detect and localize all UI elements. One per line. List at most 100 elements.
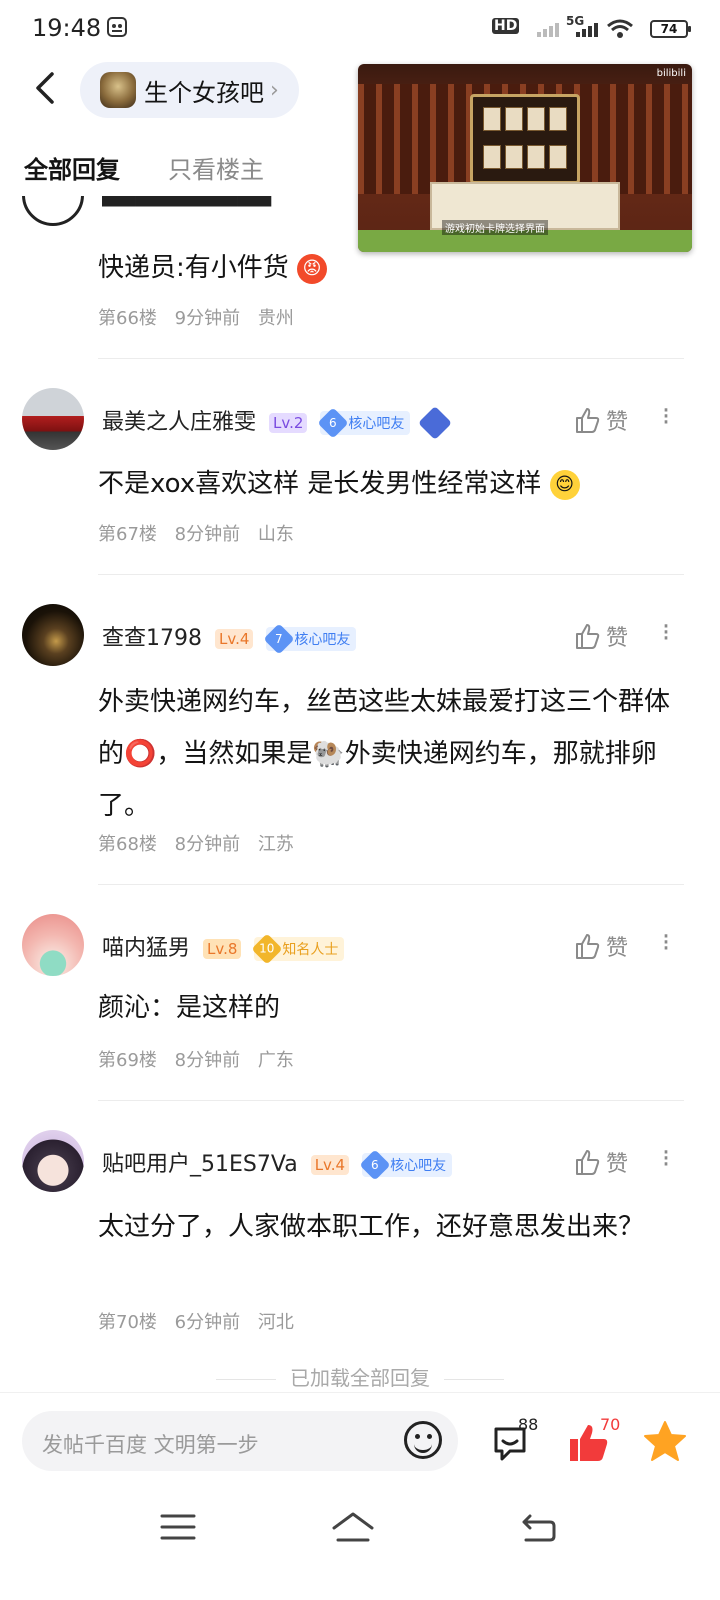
user-avatar[interactable]	[22, 388, 84, 450]
level-badge: Lv.4	[215, 629, 254, 649]
username[interactable]: 贴吧用户_51ES7Va	[102, 1152, 298, 1177]
post-content: 颜沁：是这样的	[98, 993, 281, 1023]
status-time: 19:48	[32, 14, 102, 42]
video-caption: 游戏初始卡牌选择界面	[442, 220, 548, 235]
user-avatar[interactable]	[22, 914, 84, 976]
username-row: 最美之人庄雅雯 Lv.2 6 核心吧友	[102, 404, 453, 440]
post-time: 8分钟前	[174, 1050, 241, 1071]
user-avatar[interactable]	[22, 604, 84, 666]
level-badge: Lv.4	[310, 1155, 350, 1175]
signal-1-icon	[536, 20, 562, 43]
level-badge: Lv.8	[203, 939, 242, 959]
home-nav-button[interactable]	[330, 1510, 376, 1548]
post-location: 河北	[257, 1312, 294, 1333]
post-meta: 第69楼 8分钟前 广东	[98, 1046, 306, 1072]
bilibili-logo: bilibili	[656, 68, 686, 79]
username[interactable]: 最美之人庄雅雯	[102, 410, 256, 435]
post-content: 太过分了，人家做本职工作，还好意思发出来？	[98, 1212, 645, 1242]
tab-all-replies[interactable]: 全部回复	[24, 150, 120, 185]
post-time: 8分钟前	[174, 834, 241, 855]
post-time: 8分钟前	[174, 524, 241, 545]
floor-number: 第69楼	[98, 1050, 157, 1071]
divider	[98, 358, 684, 359]
floor-number: 第66楼	[98, 308, 157, 329]
username[interactable]: 查查1798	[102, 626, 202, 651]
post-time: 6分钟前	[174, 1312, 241, 1333]
member-badge: 10 知名人士	[251, 933, 345, 965]
forum-name: 生个女孩吧	[144, 78, 264, 107]
emoji-button-icon[interactable]	[404, 1421, 442, 1459]
member-badge: 7 核心吧友	[263, 623, 357, 655]
back-arrow-icon	[36, 72, 54, 104]
thumbs-up-icon	[576, 408, 600, 433]
divider	[98, 884, 684, 885]
more-options-icon[interactable]: · · ·	[660, 614, 672, 652]
thumbs-up-icon	[576, 1150, 600, 1175]
chevron-right-icon: ›	[270, 77, 279, 103]
menu-nav-button[interactable]	[160, 1512, 196, 1546]
reply-input[interactable]: 发帖千百度 文明第一步	[22, 1411, 458, 1471]
more-options-icon[interactable]: · · ·	[660, 1140, 672, 1178]
username-row: 查查1798 Lv.4 7 核心吧友	[102, 620, 357, 655]
post-meta: 第68楼 8分钟前 江苏	[98, 830, 306, 856]
bottom-action-bar: 发帖千百度 文明第一步 88 70	[0, 1392, 720, 1488]
forum-link[interactable]: 生个女孩吧 ›	[80, 62, 299, 118]
like-count: 70	[600, 1415, 621, 1434]
divider	[98, 1100, 684, 1101]
status-bar: 19:48 HD 5G 74	[0, 0, 720, 56]
wifi-icon	[606, 18, 634, 45]
system-nav-bar	[0, 1490, 720, 1600]
post-meta: 第67楼 8分钟前 山东	[98, 520, 306, 546]
smile-emoji-icon: 😊	[549, 469, 580, 500]
signal-2-icon	[572, 20, 600, 43]
post-location: 江苏	[257, 834, 294, 855]
partial-avatar	[22, 196, 84, 226]
more-options-icon[interactable]: · · ·	[660, 398, 672, 436]
reply-input-placeholder: 发帖千百度 文明第一步	[42, 1433, 259, 1457]
floor-number: 第67楼	[98, 524, 157, 545]
menu-icon	[160, 1514, 196, 1540]
honor-icon	[418, 406, 453, 440]
level-badge: Lv.2	[269, 413, 308, 433]
all-loaded-text: 已加载全部回复	[0, 1362, 720, 1391]
like-button[interactable]: 赞	[574, 404, 628, 436]
post-location: 广东	[257, 1050, 294, 1071]
post-content: 快递员:有小件货 😡	[98, 246, 688, 291]
divider	[98, 574, 684, 575]
username-row: 贴吧用户_51ES7Va Lv.4 6 核心吧友	[102, 1146, 453, 1181]
notification-icon	[106, 16, 128, 43]
forum-avatar	[100, 72, 136, 108]
post-content: 不是xox喜欢这样 是长发男性经常这样 😊	[98, 462, 688, 507]
post-meta: 第66楼 9分钟前 贵州	[98, 304, 306, 330]
back-nav-button[interactable]	[520, 1510, 558, 1548]
username-row: 喵内猛男 Lv.8 10 知名人士	[102, 930, 345, 965]
post-location: 山东	[257, 524, 294, 545]
post-content: 外卖快递网约车，丝芭这些太妹最爱打这三个群体的⭕，当然如果是🐏外卖快递网约车，那…	[98, 687, 671, 821]
username[interactable]: 喵内猛男	[102, 936, 190, 961]
post-meta: 第70楼 6分钟前 河北	[98, 1308, 306, 1334]
floating-video-player[interactable]: 游戏初始卡牌选择界面 bilibili	[358, 64, 692, 252]
hd-icon: HD	[492, 18, 520, 34]
thumbs-up-icon	[576, 934, 600, 959]
angry-emoji-icon: 😡	[297, 253, 328, 284]
comment-count: 88	[518, 1415, 539, 1434]
member-badge: 6 核心吧友	[317, 407, 411, 439]
battery-icon: 74	[650, 20, 691, 38]
tab-op-only[interactable]: 只看楼主	[168, 150, 264, 185]
more-options-icon[interactable]: · · ·	[660, 924, 672, 962]
thumbs-up-icon	[576, 624, 600, 649]
partial-username: ██████████	[102, 196, 352, 210]
favorite-button[interactable]	[642, 1419, 688, 1467]
like-button[interactable]: 赞	[574, 1146, 628, 1178]
user-avatar[interactable]	[22, 1130, 84, 1192]
like-button[interactable]: 赞	[574, 620, 628, 652]
floor-number: 第70楼	[98, 1312, 157, 1333]
member-badge: 6 核心吧友	[359, 1149, 453, 1181]
like-button[interactable]: 赞	[574, 930, 628, 962]
back-button[interactable]	[28, 66, 68, 110]
video-card-cabinet	[470, 94, 580, 184]
floor-number: 第68楼	[98, 834, 157, 855]
back-nav-icon	[522, 1514, 556, 1542]
post-time: 9分钟前	[174, 308, 241, 329]
post-location: 贵州	[257, 308, 294, 329]
